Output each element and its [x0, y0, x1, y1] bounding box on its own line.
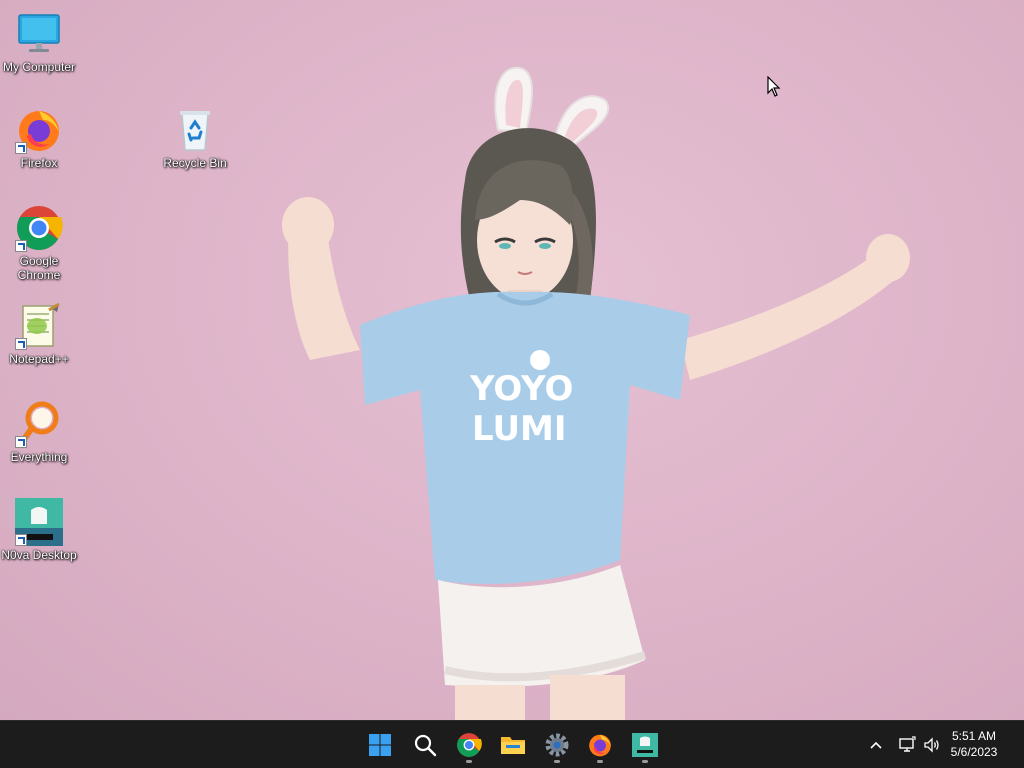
desktop-icon-n0va-desktop[interactable]: N0va Desktop: [0, 498, 79, 562]
taskbar-file-explorer-button[interactable]: [493, 725, 533, 765]
firefox-icon: [589, 734, 611, 757]
running-indicator: [554, 760, 560, 763]
windows-logo-icon: [369, 734, 391, 756]
desktop-icon-everything[interactable]: Everything: [0, 400, 79, 464]
taskbar-chrome-button[interactable]: [449, 725, 489, 765]
desktop[interactable]: YOYO LUMI My Computer Firefox Recycle Bi…: [0, 0, 1024, 720]
speaker-icon: [924, 737, 939, 753]
desktop-icon-google-chrome[interactable]: Google Chrome: [0, 204, 79, 282]
network-icon: [899, 736, 916, 752]
network-button[interactable]: [895, 731, 919, 759]
desktop-icon-label: My Computer: [2, 60, 76, 74]
n0va-desktop-icon: [632, 733, 658, 757]
taskbar-n0va-desktop-button[interactable]: [625, 725, 665, 765]
shortcut-arrow-icon: [15, 142, 27, 154]
shortcut-arrow-icon: [15, 436, 27, 448]
chrome-icon: [457, 733, 482, 757]
search-button[interactable]: [405, 725, 445, 765]
mouse-cursor-icon: [767, 76, 781, 97]
desktop-icon-firefox[interactable]: Firefox: [0, 106, 79, 170]
search-icon: [414, 734, 437, 757]
gear-icon: [545, 733, 569, 757]
monitor-icon: [18, 14, 60, 52]
shortcut-arrow-icon: [15, 534, 27, 546]
volume-button[interactable]: [920, 731, 944, 759]
desktop-icon-notepad-plus-plus[interactable]: Notepad++: [0, 302, 79, 366]
desktop-icon-label: Everything: [10, 450, 68, 464]
shirt-print-line1: YOYO: [469, 369, 573, 409]
running-indicator: [597, 760, 603, 763]
desktop-icon-recycle-bin[interactable]: Recycle Bin: [155, 106, 235, 170]
running-indicator: [642, 760, 648, 763]
taskbar-settings-button[interactable]: [537, 725, 577, 765]
taskbar-firefox-button[interactable]: [580, 725, 620, 765]
show-hidden-icons-button[interactable]: [864, 731, 888, 759]
running-indicator: [466, 760, 472, 763]
shirt-print-line2: LUMI: [472, 409, 567, 449]
folder-icon: [501, 737, 525, 754]
clock-date: 5/6/2023: [950, 745, 998, 759]
desktop-icon-label: N0va Desktop: [1, 548, 77, 562]
desktop-icon-my-computer[interactable]: My Computer: [0, 10, 79, 74]
start-button[interactable]: [360, 725, 400, 765]
taskbar: 5:51 AM 5/6/2023: [0, 720, 1024, 768]
desktop-icon-label: Recycle Bin: [163, 156, 227, 170]
desktop-icon-label: Google Chrome: [17, 254, 61, 282]
chevron-up-icon: [870, 741, 882, 749]
taskbar-clock[interactable]: 5:51 AM 5/6/2023: [942, 728, 1006, 760]
shortcut-arrow-icon: [15, 338, 27, 350]
shortcut-arrow-icon: [15, 240, 27, 252]
wallpaper-character-illustration: YOYO LUMI: [282, 66, 910, 720]
clock-time: 5:51 AM: [951, 729, 997, 743]
recycle-bin-icon: [180, 111, 210, 151]
desktop-icon-label: Firefox: [20, 156, 58, 170]
desktop-icon-label: Notepad++: [9, 352, 69, 366]
